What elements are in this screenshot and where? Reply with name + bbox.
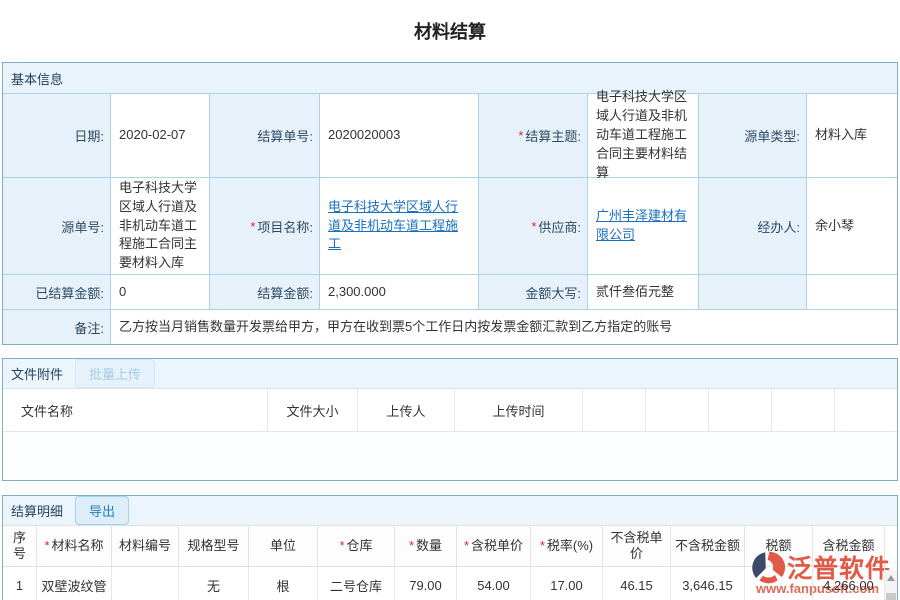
field-label-settled-amount: 已结算金额: <box>3 275 110 309</box>
field-value-remark: 乙方按当月销售数量开发票给甲方，甲方在收到票5个工作日内按发票金额汇款到乙方指定… <box>111 310 897 344</box>
col-amount-without-tax: 不含税金额 <box>671 526 745 567</box>
row1-seq: 1 <box>3 567 37 600</box>
basic-info-section: 基本信息 日期: 2020-02-07 结算单号: 2020020003 *结算… <box>2 62 898 345</box>
col-empty <box>709 389 772 431</box>
row1-price-without-tax: 46.15 <box>603 567 671 600</box>
attachments-table-header: 文件名称 文件大小 上传人 上传时间 <box>3 389 897 432</box>
page-title: 材料结算 <box>0 0 900 46</box>
field-value-settlement-amount: 2,300.000 <box>320 275 478 309</box>
col-upload-time: 上传时间 <box>455 389 583 431</box>
attachments-title: 文件附件 <box>11 364 63 383</box>
row1-tax-rate: 17.00 <box>531 567 603 600</box>
field-label-source-type: 源单类型: <box>699 94 806 177</box>
col-warehouse: *仓库 <box>318 526 395 567</box>
project-name-link[interactable]: 电子科技大学区域人行道及非机动车道工程施工 <box>328 198 470 255</box>
scroll-up-icon[interactable] <box>885 575 897 591</box>
settlement-detail-title: 结算明细 <box>11 501 63 520</box>
row1-price-with-tax: 54.00 <box>457 567 531 600</box>
field-value-source-no: 电子科技大学区域人行道及非机动车道工程施工合同主要材料入库 <box>111 178 209 274</box>
field-value-date: 2020-02-07 <box>111 94 209 177</box>
detail-table-scrollbar[interactable] <box>885 570 897 600</box>
col-unit: 单位 <box>249 526 318 567</box>
col-spec-model: 规格型号 <box>179 526 249 567</box>
scrollbar-thumb[interactable] <box>886 593 896 600</box>
col-empty <box>772 389 835 431</box>
settlement-detail-table: 序号 *材料名称 材料编号 规格型号 单位 *仓库 *数量 *含税单价 *税率(… <box>3 526 885 600</box>
col-empty <box>583 389 646 431</box>
required-icon: * <box>464 538 469 553</box>
field-value-settled-amount: 0 <box>111 275 209 309</box>
required-icon: * <box>531 219 536 234</box>
row1-material-code <box>112 567 179 600</box>
required-icon: * <box>250 219 255 234</box>
required-icon: * <box>339 538 344 553</box>
col-quantity: *数量 <box>395 526 457 567</box>
basic-info-header: 基本信息 <box>3 63 897 93</box>
field-value-amount-in-words: 贰仟叁佰元整 <box>588 275 698 309</box>
settlement-detail-section: 结算明细 导出 序号 *材料名称 材料编号 规格型号 单位 *仓库 *数量 *含… <box>2 495 898 600</box>
field-label-date: 日期: <box>3 94 110 177</box>
row1-quantity: 79.00 <box>395 567 457 600</box>
basic-info-title: 基本信息 <box>11 69 63 88</box>
field-label-settlement-subject: *结算主题: <box>479 94 587 177</box>
col-tax-amount: 税额 <box>745 526 813 567</box>
row1-amount-without-tax: 3,646.15 <box>671 567 745 600</box>
field-label-source-no: 源单号: <box>3 178 110 274</box>
col-seq: 序号 <box>3 526 37 567</box>
field-value-source-type: 材料入库 <box>807 94 897 177</box>
col-price-without-tax: 不含税单价 <box>603 526 671 567</box>
row1-material-name: 双壁波纹管 <box>37 567 112 600</box>
empty-label-cell <box>699 275 806 309</box>
required-icon: * <box>540 538 545 553</box>
export-button[interactable]: 导出 <box>75 496 129 525</box>
col-price-with-tax: *含税单价 <box>457 526 531 567</box>
col-uploader: 上传人 <box>358 389 455 431</box>
field-label-handler: 经办人: <box>699 178 806 274</box>
settlement-detail-header: 结算明细 导出 <box>3 496 897 526</box>
col-empty <box>835 389 897 431</box>
attachments-empty-body <box>3 432 897 480</box>
row1-warehouse: 二号仓库 <box>318 567 395 600</box>
empty-value-cell <box>807 275 897 309</box>
col-empty <box>646 389 709 431</box>
field-label-settlement-amount: 结算金额: <box>210 275 319 309</box>
basic-info-table: 日期: 2020-02-07 结算单号: 2020020003 *结算主题: 电… <box>3 93 897 344</box>
field-value-settlement-subject: 电子科技大学区域人行道及非机动车道工程施工合同主要材料结算 <box>588 94 698 177</box>
row1-spec-model: 无 <box>179 567 249 600</box>
col-file-name: 文件名称 <box>3 389 268 431</box>
col-amount-with-tax: 含税金额 <box>813 526 885 567</box>
col-tax-rate: *税率(%) <box>531 526 603 567</box>
attachments-header: 文件附件 批量上传 <box>3 359 897 389</box>
field-label-supplier: *供应商: <box>479 178 587 274</box>
field-value-supplier: 广州丰泽建材有限公司 <box>588 178 698 274</box>
field-label-amount-in-words: 金额大写: <box>479 275 587 309</box>
row1-amount-with-tax: 4,266.00 <box>813 567 885 600</box>
required-icon: * <box>409 538 414 553</box>
field-label-project-name: *项目名称: <box>210 178 319 274</box>
field-value-settlement-no: 2020020003 <box>320 94 478 177</box>
field-label-settlement-no: 结算单号: <box>210 94 319 177</box>
batch-upload-button[interactable]: 批量上传 <box>75 359 155 388</box>
required-icon: * <box>44 538 49 553</box>
row1-tax-amount <box>745 567 813 600</box>
field-label-remark: 备注: <box>3 310 110 344</box>
row1-unit: 根 <box>249 567 318 600</box>
field-value-handler: 余小琴 <box>807 178 897 274</box>
required-icon: * <box>518 128 523 143</box>
col-file-size: 文件大小 <box>268 389 358 431</box>
col-material-name: *材料名称 <box>37 526 112 567</box>
col-material-code: 材料编号 <box>112 526 179 567</box>
field-value-project-name: 电子科技大学区域人行道及非机动车道工程施工 <box>320 178 478 274</box>
attachments-section: 文件附件 批量上传 文件名称 文件大小 上传人 上传时间 <box>2 358 898 481</box>
supplier-link[interactable]: 广州丰泽建材有限公司 <box>596 207 690 245</box>
